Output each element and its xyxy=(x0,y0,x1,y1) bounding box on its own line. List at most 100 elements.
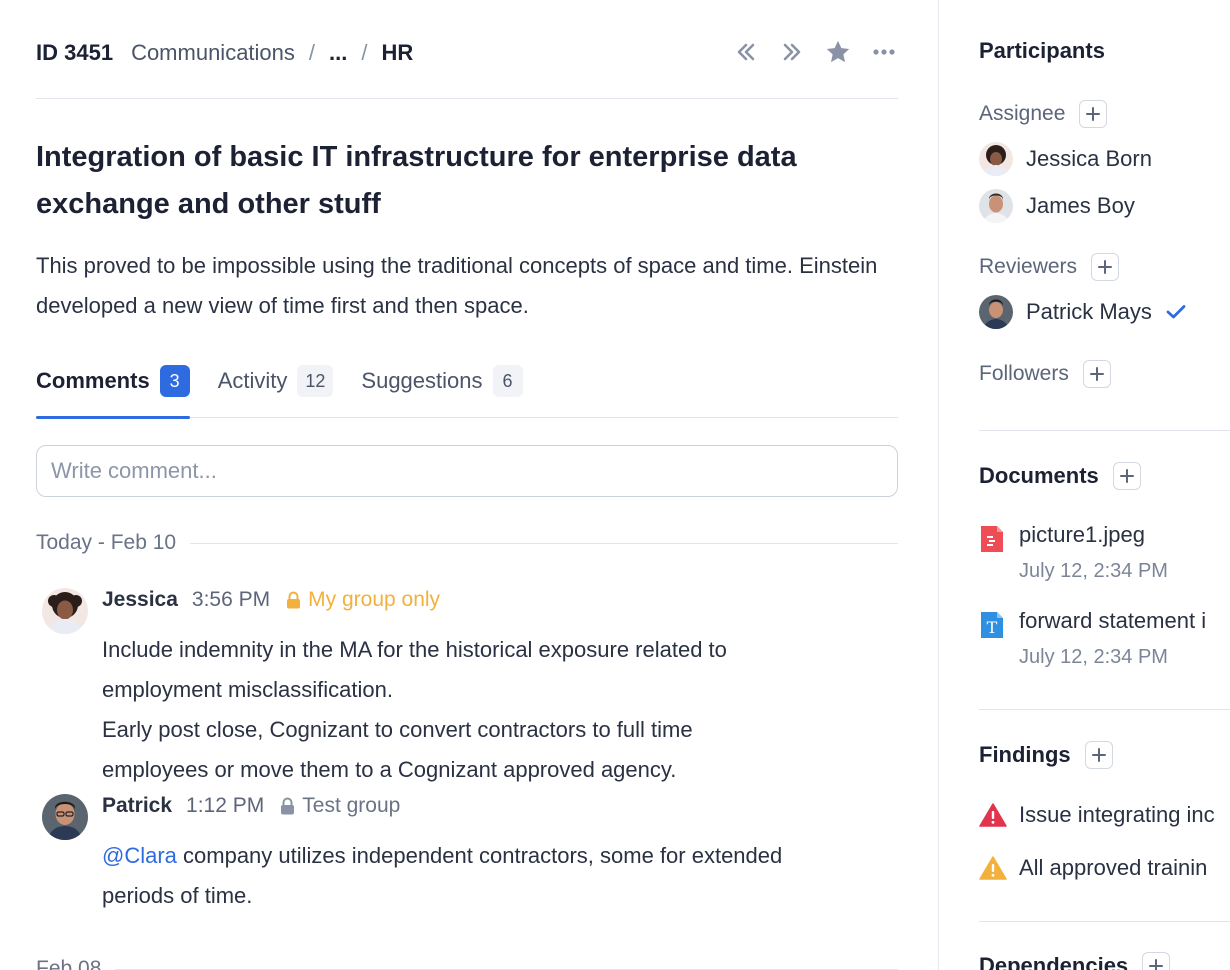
avatar[interactable] xyxy=(42,794,88,840)
plus-icon xyxy=(1149,959,1164,970)
comment-line: employment misclassification. xyxy=(102,677,393,702)
label-text: Assignee xyxy=(979,102,1066,125)
dependencies-heading: Dependencies xyxy=(979,952,1171,970)
header-actions xyxy=(732,38,898,66)
plus-icon xyxy=(1119,469,1134,483)
section-title: Dependencies xyxy=(979,953,1129,970)
day-separator: Feb 08 xyxy=(36,956,898,970)
tab-label: Activity xyxy=(217,368,288,393)
participants-heading: Participants xyxy=(979,38,1105,64)
comment-author[interactable]: Patrick xyxy=(102,794,172,818)
comment-meta: Patrick 1:12 PM Test group xyxy=(102,792,892,820)
task-main-panel: ID 3451 Communications / ... / HR Integr… xyxy=(36,0,898,970)
document-item[interactable]: T forward statement i July 12, 2:34 PM xyxy=(979,608,1230,678)
comment-text: Include indemnity in the MA for the hist… xyxy=(102,630,892,790)
comment-input[interactable] xyxy=(36,445,898,497)
participant-name: Jessica Born xyxy=(1026,146,1152,171)
lock-icon xyxy=(280,797,295,815)
section-title: Participants xyxy=(979,38,1105,63)
document-date: July 12, 2:34 PM xyxy=(1019,560,1168,582)
followers-section-label: Followers xyxy=(979,360,1111,388)
section-title: Findings xyxy=(979,742,1071,767)
section-divider xyxy=(979,921,1230,922)
document-name: forward statement i xyxy=(1019,608,1207,633)
favorite-button[interactable] xyxy=(824,38,852,66)
visibility-label: My group only xyxy=(308,588,441,611)
next-task-button[interactable] xyxy=(778,38,806,66)
tab-count-badge: 12 xyxy=(297,365,334,397)
tab-bar: Comments 3 Activity 12 Suggestions 6 xyxy=(36,360,898,419)
breadcrumb-collapsed[interactable]: ... xyxy=(329,40,347,66)
task-header: ID 3451 Communications / ... / HR xyxy=(36,30,898,76)
chevrons-left-icon xyxy=(737,43,755,61)
more-options-button[interactable] xyxy=(870,38,898,66)
label-text: Reviewers xyxy=(979,255,1078,278)
plus-icon xyxy=(1091,748,1106,762)
previous-task-button[interactable] xyxy=(732,38,760,66)
error-warning-icon xyxy=(979,802,1007,828)
add-finding-button[interactable] xyxy=(1084,741,1113,769)
add-document-button[interactable] xyxy=(1112,462,1141,490)
section-title: Documents xyxy=(979,463,1099,488)
finding-item[interactable]: Issue integrating inc xyxy=(979,802,1215,828)
breadcrumb-communications[interactable]: Communications xyxy=(131,40,295,66)
comment-time: 1:12 PM xyxy=(186,794,265,817)
participant-item[interactable]: Jessica Born xyxy=(979,142,1152,176)
add-reviewer-button[interactable] xyxy=(1091,253,1120,281)
add-dependency-button[interactable] xyxy=(1142,952,1171,970)
finding-item[interactable]: All approved trainin xyxy=(979,855,1207,881)
plus-icon xyxy=(1086,107,1101,121)
visibility-label: Test group xyxy=(302,794,401,817)
comment-meta: Jessica 3:56 PM My group only xyxy=(102,586,892,614)
participant-item[interactable]: James Boy xyxy=(979,189,1135,223)
participant-item[interactable]: Patrick Mays xyxy=(979,295,1186,329)
details-sidebar: Participants Assignee Jessica Born James… xyxy=(938,0,1230,970)
comment-line: @Clara company utilizes independent cont… xyxy=(102,836,892,876)
add-assignee-button[interactable] xyxy=(1079,100,1108,128)
comment-author[interactable]: Jessica xyxy=(102,588,178,612)
header-divider xyxy=(36,98,898,99)
comment-time: 3:56 PM xyxy=(191,588,271,611)
task-title: Integration of basic IT infrastructure f… xyxy=(36,141,797,220)
tab-suggestions[interactable]: Suggestions 6 xyxy=(361,360,523,418)
document-name: picture1.jpeg xyxy=(1019,522,1145,547)
text-file-icon: T xyxy=(979,610,1005,640)
comment-line: Include indemnity in the MA for the hist… xyxy=(102,637,727,662)
avatar xyxy=(979,142,1013,176)
avatar[interactable] xyxy=(42,588,88,634)
breadcrumb-hr[interactable]: HR xyxy=(382,40,414,66)
reviewers-section-label: Reviewers xyxy=(979,253,1120,281)
comment-body: Jessica 3:56 PM My group only Include in… xyxy=(102,586,892,790)
comment-line: Early post close, Cognizant to convert c… xyxy=(102,717,693,742)
document-item[interactable]: picture1.jpeg July 12, 2:34 PM xyxy=(979,522,1230,592)
day-separator: Today - Feb 10 xyxy=(36,530,898,556)
visibility-badge: Test group xyxy=(280,794,400,818)
finding-text: All approved trainin xyxy=(1019,855,1208,880)
assignee-section-label: Assignee xyxy=(979,100,1108,128)
lock-icon xyxy=(286,591,301,609)
finding-text: Issue integrating inc xyxy=(1019,802,1215,827)
avatar xyxy=(979,295,1013,329)
approved-check-icon xyxy=(1166,304,1186,320)
comment-line-text: company utilizes independent contractors… xyxy=(176,843,783,868)
mention-link[interactable]: @Clara xyxy=(102,843,177,868)
tab-activity[interactable]: Activity 12 xyxy=(218,360,334,418)
section-divider xyxy=(979,709,1230,710)
avatar xyxy=(979,189,1013,223)
comment-line: employees or move them to a Cognizant ap… xyxy=(102,757,677,782)
comment-text: @Clara company utilizes independent cont… xyxy=(102,836,892,916)
tab-label: Suggestions xyxy=(361,368,483,393)
divider xyxy=(115,968,898,970)
tab-comments[interactable]: Comments 3 xyxy=(36,360,190,419)
participant-name: Patrick Mays xyxy=(1026,299,1152,324)
breadcrumb-separator: / xyxy=(361,40,368,65)
section-divider xyxy=(979,430,1230,431)
caution-warning-icon xyxy=(979,855,1007,881)
label-text: Followers xyxy=(979,362,1069,385)
task-id: ID 3451 xyxy=(36,40,114,65)
add-follower-button[interactable] xyxy=(1082,360,1111,388)
day-label: Today - Feb 10 xyxy=(36,531,177,554)
tab-count-badge: 6 xyxy=(492,365,523,397)
comment-line: periods of time. xyxy=(102,883,253,908)
tab-label: Comments xyxy=(36,368,150,393)
